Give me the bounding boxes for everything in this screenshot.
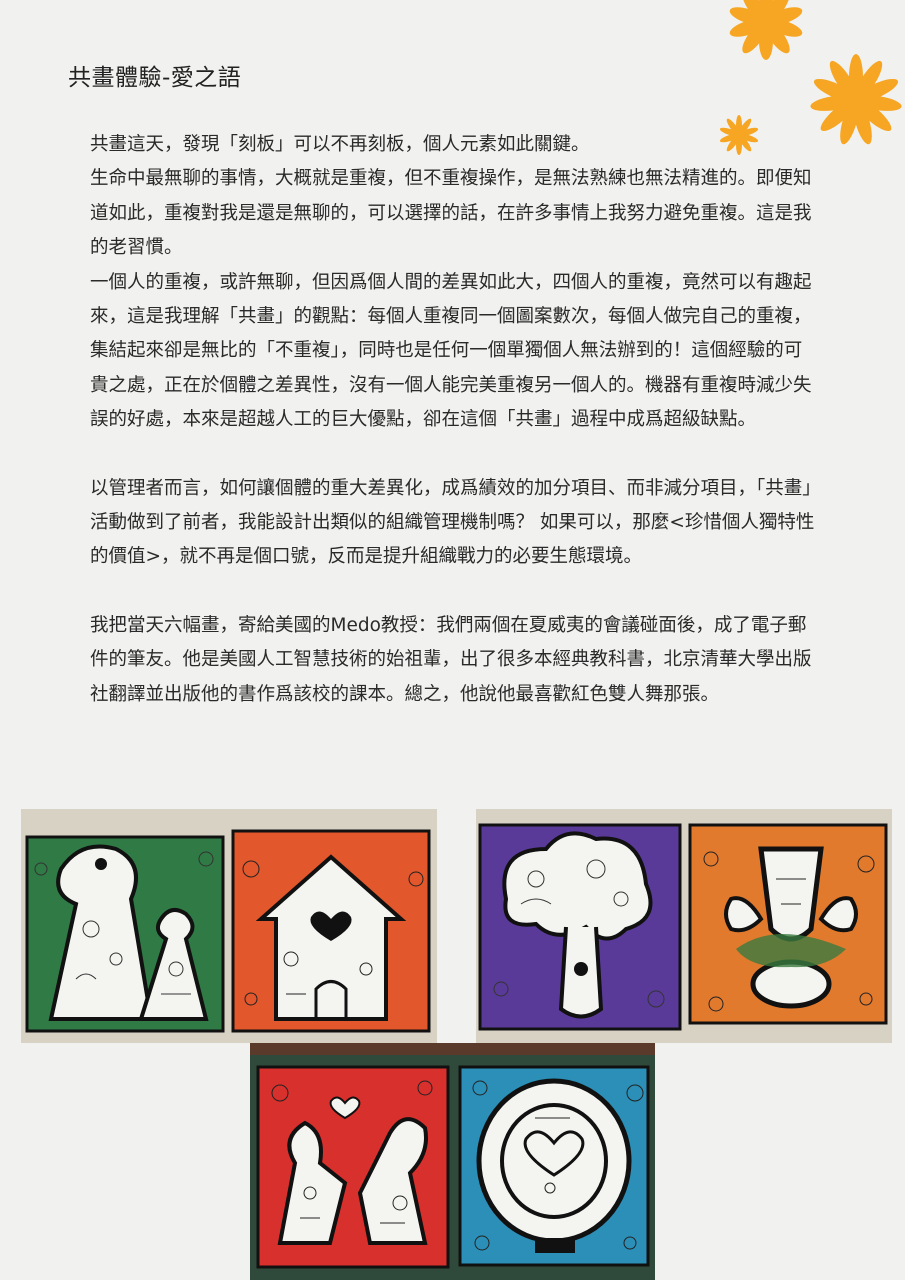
painting-dancing-pair: [256, 1065, 450, 1269]
paragraph-1: 共畫這天，發現「刻板」可以不再刻板，個人元素如此關鍵。 生命中最無聊的事情，大概…: [90, 134, 812, 431]
photo-purple-orange: [476, 809, 892, 1043]
article-title: 共畫體驗-愛之語: [68, 65, 242, 91]
painting-trophy-figure: [688, 823, 888, 1025]
photo-green-orange: [21, 809, 437, 1043]
paragraph-3: 我把當天六幅畫，寄給美國的Medo教授：我們兩個在夏威夷的會議碰面後，成了電子郵…: [90, 614, 812, 705]
painting-house-heart: [231, 829, 431, 1033]
painting-tree-figure: [478, 823, 682, 1031]
flower-decoration-top: [729, 0, 803, 60]
flower-decoration-right: [810, 54, 902, 145]
paragraph-2: 以管理者而言，如何讓個體的重大差異化，成爲績效的加分項目、而非減分項目，「共畫」…: [90, 477, 815, 568]
painting-heart-hug: [458, 1065, 650, 1267]
photo-red-blue: [250, 1043, 655, 1280]
painting-keyhole-figures: [25, 835, 225, 1033]
article-body: 共畫這天，發現「刻板」可以不再刻板，個人元素如此關鍵。 生命中最無聊的事情，大概…: [90, 128, 820, 712]
